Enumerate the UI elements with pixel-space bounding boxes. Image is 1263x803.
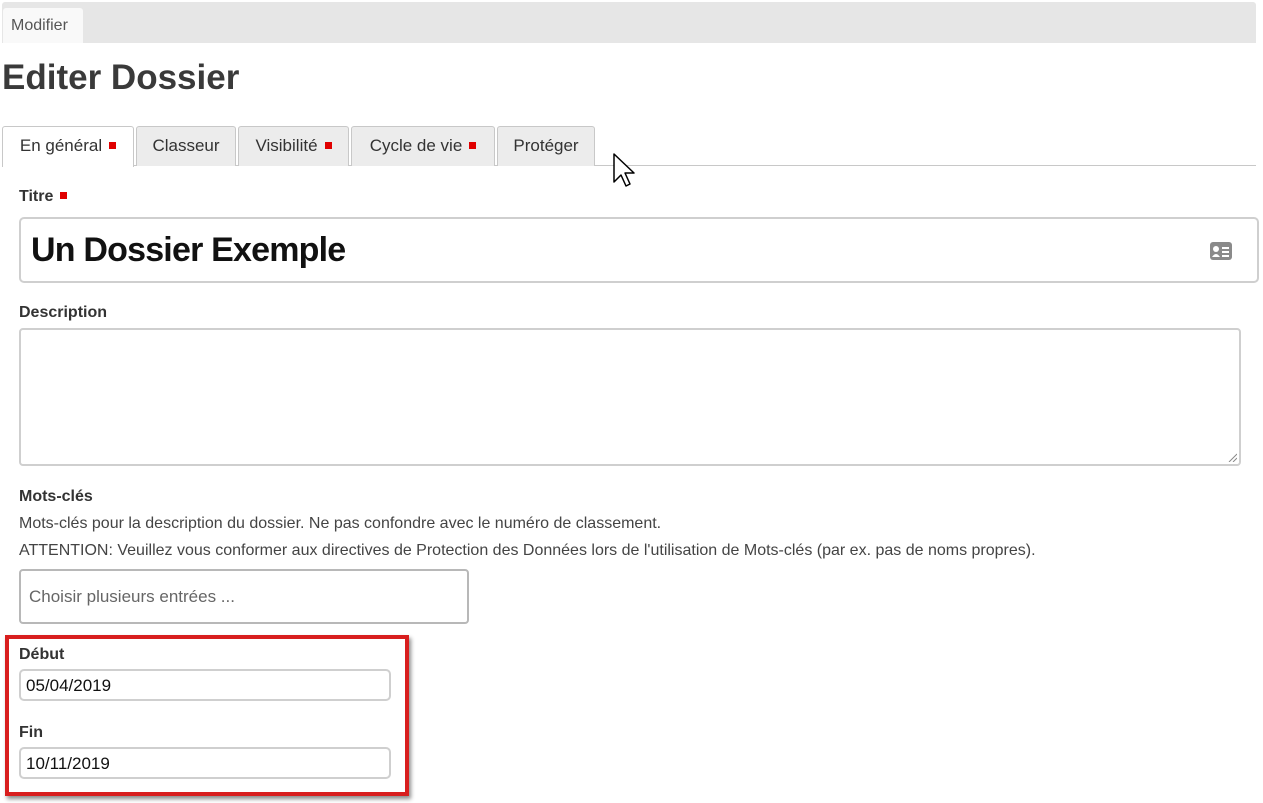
end-date-input[interactable]: 10/11/2019: [19, 747, 391, 779]
keywords-warning: ATTENTION: Veuillez vous conformer aux d…: [19, 542, 1036, 559]
keywords-label: Mots-clés: [19, 488, 93, 505]
description-textarea[interactable]: [19, 328, 1241, 466]
keywords-placeholder: Choisir plusieurs entrées ...: [29, 587, 235, 606]
start-date-input[interactable]: 05/04/2019: [19, 669, 391, 701]
id-card-icon[interactable]: [1209, 241, 1233, 261]
required-marker: [109, 142, 117, 149]
tab-label: Protéger: [513, 136, 579, 155]
tab-proteger[interactable]: Protéger: [497, 126, 595, 166]
resize-grip-icon[interactable]: [1227, 452, 1237, 462]
required-marker: [469, 142, 477, 149]
keywords-input[interactable]: Choisir plusieurs entrées ...: [19, 569, 469, 624]
end-date-label: Fin: [19, 724, 43, 741]
mouse-cursor-icon: [613, 153, 635, 187]
required-marker: [324, 142, 332, 149]
tab-cycle-de-vie[interactable]: Cycle de vie: [351, 126, 495, 166]
top-action-bar: Modifier: [2, 2, 1256, 43]
tab-label: Visibilité: [255, 136, 318, 155]
tab-label: En général: [19, 136, 103, 155]
keywords-help: Mots-clés pour la description du dossier…: [19, 515, 662, 532]
tab-classeur[interactable]: Classeur: [136, 126, 236, 166]
page-title: Editer Dossier: [2, 58, 240, 97]
tab-label: Classeur: [152, 136, 220, 155]
title-input[interactable]: Un Dossier Exemple: [19, 217, 1259, 283]
tab-label: Cycle de vie: [369, 136, 463, 155]
title-value: Un Dossier Exemple: [31, 231, 346, 269]
title-label: Titre: [19, 188, 68, 206]
description-label: Description: [19, 304, 108, 321]
start-date-label: Début: [19, 646, 65, 663]
tab-general[interactable]: En général: [2, 126, 134, 167]
modify-tab[interactable]: Modifier: [3, 8, 83, 43]
required-marker: [60, 192, 68, 199]
tab-visibilite[interactable]: Visibilité: [238, 126, 349, 166]
